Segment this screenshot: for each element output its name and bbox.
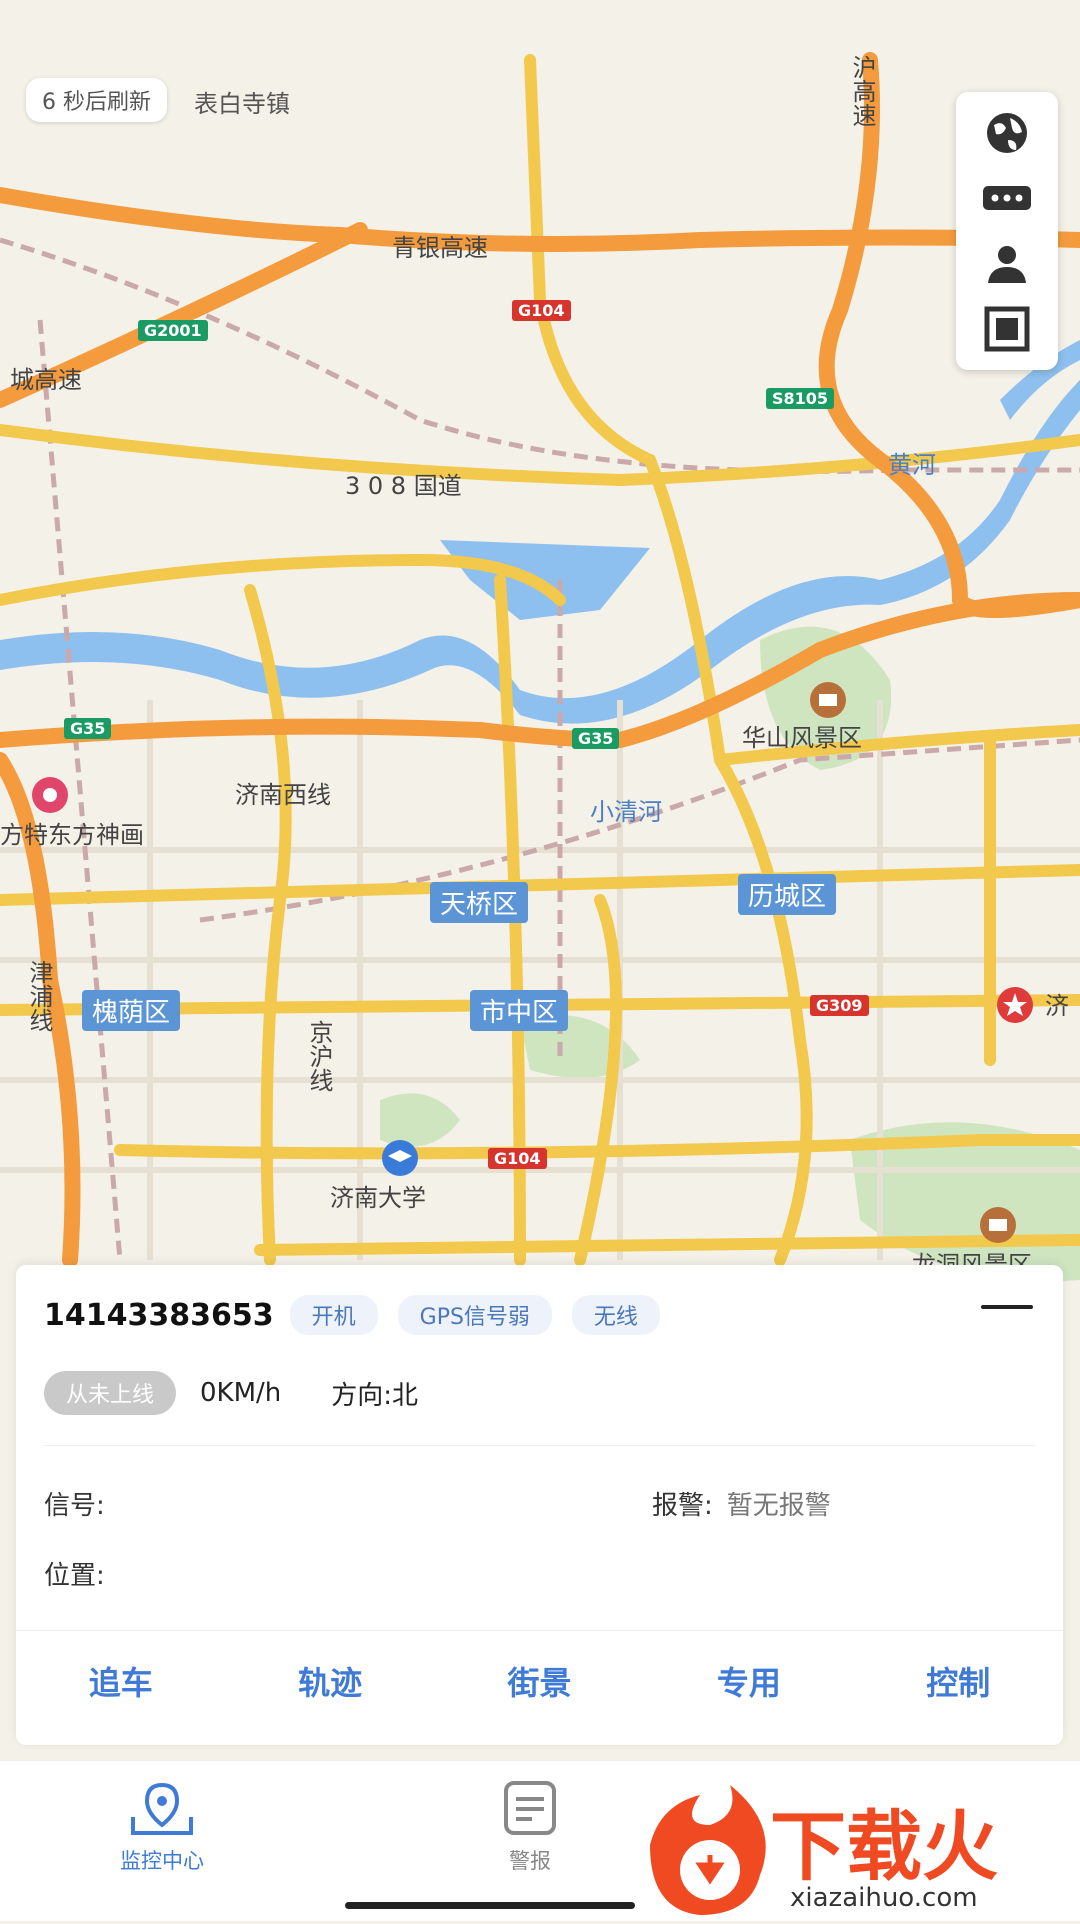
road-shield-g35: G35 <box>64 718 112 739</box>
tab-monitor-center[interactable]: 监控中心 <box>120 1779 204 1875</box>
device-id: 14143383653 <box>44 1297 274 1333</box>
home-indicator <box>345 1902 635 1909</box>
tab-alarm[interactable]: 警报 <box>500 1779 560 1875</box>
road-shield-g2001: G2001 <box>138 320 208 341</box>
map-label-jinan-univ: 济南大学 <box>330 1184 426 1212</box>
scenic-spot-icon-2 <box>978 1205 1018 1245</box>
scenic-spot-icon <box>808 680 848 720</box>
action-bar: 追车 轨迹 街景 专用 控制 <box>16 1630 1063 1731</box>
map-label-ji: 济 <box>1045 992 1069 1020</box>
track-button[interactable]: 轨迹 <box>298 1658 362 1704</box>
district-licheng: 历城区 <box>738 874 837 915</box>
signal-field: 信号: <box>44 1485 105 1522</box>
district-huaiyin: 槐荫区 <box>82 990 181 1031</box>
amusement-park-icon <box>30 775 70 815</box>
tab-alarm-label: 警报 <box>509 1849 551 1873</box>
map-label-town: 表白寺镇 <box>194 90 290 118</box>
alarm-field: 报警: 暂无报警 <box>652 1485 831 1522</box>
map-label-qingyin: 青银高速 <box>392 234 488 262</box>
divider <box>44 1445 1035 1446</box>
district-tianqiao: 天桥区 <box>430 882 529 923</box>
control-button[interactable]: 控制 <box>926 1658 990 1704</box>
person-icon[interactable] <box>979 236 1035 292</box>
watermark-logo: 下载火 xiazaihuo.com <box>640 1785 1080 1920</box>
university-icon <box>380 1138 420 1178</box>
device-status-row: 从未上线 0KM/h 方向:北 <box>44 1371 418 1415</box>
direction-value: 方向:北 <box>331 1380 419 1411</box>
map-label-xiaoqinghe: 小清河 <box>590 798 662 826</box>
position-label: 位置: <box>44 1561 105 1591</box>
signal-label: 信号: <box>44 1491 105 1521</box>
map-label-jinhu: 京沪线 <box>305 1020 333 1092</box>
alarm-value: 暂无报警 <box>726 1491 831 1521</box>
monitor-location-icon <box>131 1782 193 1835</box>
fullscreen-frame-icon[interactable] <box>979 301 1035 357</box>
street-view-button[interactable]: 街景 <box>507 1658 571 1704</box>
watermark-brand: 下载火 <box>770 1802 998 1891</box>
map-label-fangte: 方特东方神画 <box>0 821 144 849</box>
tab-monitor-label: 监控中心 <box>120 1849 204 1873</box>
chase-car-button[interactable]: 追车 <box>89 1658 153 1704</box>
collapse-minus-icon[interactable] <box>981 1305 1033 1309</box>
map-label-jinan-west: 济南西线 <box>235 781 331 809</box>
globe-icon[interactable] <box>979 105 1035 161</box>
map-label-jinpu: 津浦线 <box>25 960 53 1032</box>
document-alarm-icon <box>504 1781 556 1835</box>
speed-value: 0KM/h <box>200 1378 282 1408</box>
map-toolbar <box>956 92 1058 370</box>
status-tag-gps: GPS信号弱 <box>397 1295 552 1335</box>
watermark-url: xiazaihuo.com <box>790 1883 978 1913</box>
more-dots-icon[interactable] <box>979 170 1035 226</box>
device-header: 14143383653 开机 GPS信号弱 无线 <box>44 1295 680 1335</box>
road-shield-g309: G309 <box>810 995 869 1016</box>
status-tag-power: 开机 <box>289 1295 378 1335</box>
online-status-badge: 从未上线 <box>44 1371 177 1415</box>
map-label-guodao: 3 0 8 国道 <box>345 472 462 500</box>
city-star-icon <box>995 985 1035 1025</box>
road-shield-g35-b: G35 <box>572 728 620 749</box>
status-tag-wireless: 无线 <box>571 1295 660 1335</box>
map-label-highway: 沪高速 <box>848 55 876 127</box>
special-button[interactable]: 专用 <box>717 1658 781 1704</box>
road-shield-g104: G104 <box>512 300 571 321</box>
map-label-lingcheng: 城高速 <box>10 366 82 394</box>
position-field: 位置: <box>44 1555 105 1592</box>
refresh-countdown: 6 秒后刷新 <box>26 78 167 122</box>
road-shield-s8105: S8105 <box>766 388 835 409</box>
device-info-card: 14143383653 开机 GPS信号弱 无线 从未上线 0KM/h 方向:北… <box>16 1265 1063 1745</box>
map-label-river: 黄河 <box>888 451 936 479</box>
alarm-label: 报警: <box>652 1491 713 1521</box>
road-shield-g104-b: G104 <box>488 1148 547 1169</box>
map-label-huashan: 华山风景区 <box>742 724 862 752</box>
district-shizhong: 市中区 <box>470 990 569 1031</box>
